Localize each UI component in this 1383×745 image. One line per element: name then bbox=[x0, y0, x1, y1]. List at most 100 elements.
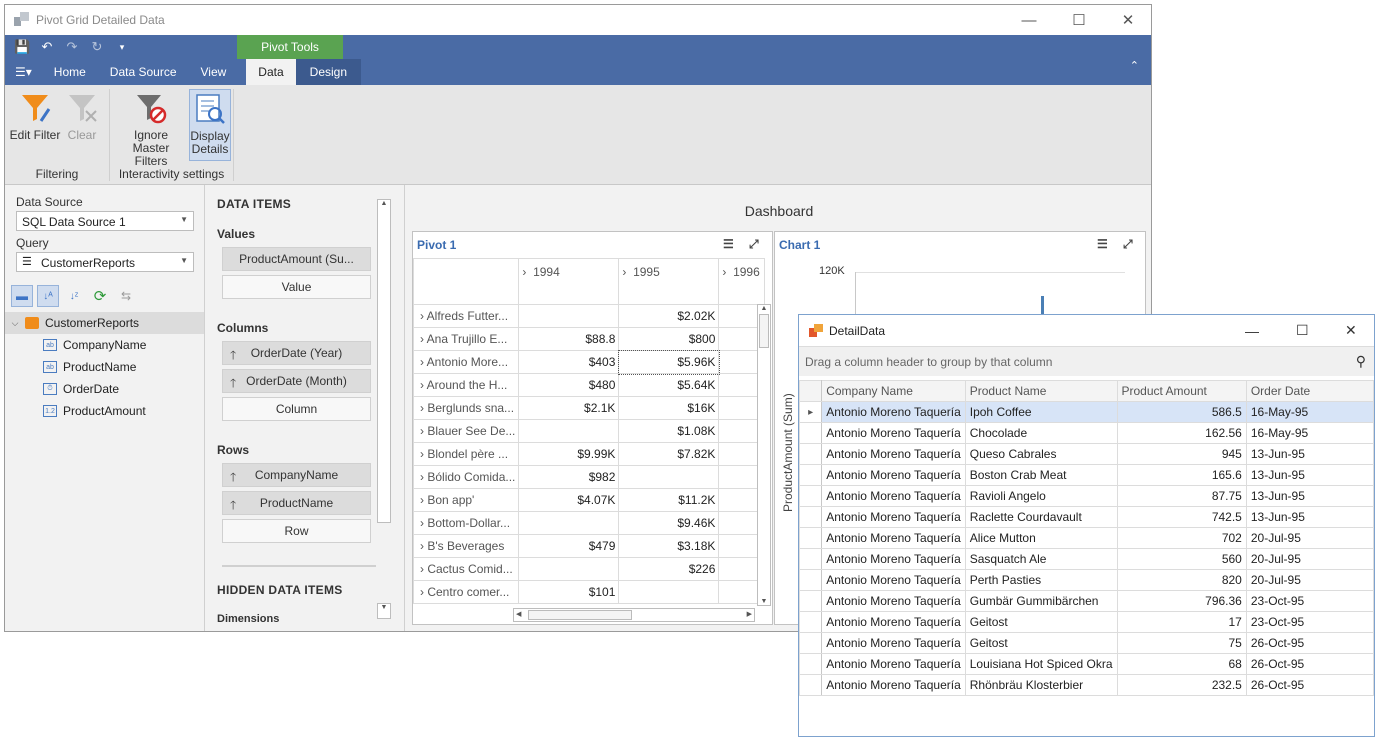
cell-company[interactable]: Antonio Moreno Taquería bbox=[821, 590, 966, 612]
field-item[interactable]: 1.2 ProductAmount bbox=[5, 400, 204, 422]
cell-date[interactable]: 20-Jul-95 bbox=[1245, 548, 1375, 570]
cell-amount[interactable]: 702 bbox=[1116, 527, 1247, 549]
cell-product[interactable]: Sasquatch Ale bbox=[964, 548, 1118, 570]
scroll-right-icon[interactable]: ▶ bbox=[747, 610, 752, 618]
row-header[interactable]: › Berglunds sna... bbox=[413, 396, 520, 420]
cell-company[interactable]: Antonio Moreno Taquería bbox=[821, 632, 966, 654]
swap-icon[interactable]: ⇆ bbox=[115, 285, 137, 307]
pivot-cell[interactable]: $4.07K bbox=[518, 488, 620, 512]
detail-row[interactable]: Antonio Moreno Taquería Ravioli Angelo 87.… bbox=[798, 485, 1375, 507]
pivot-cell[interactable]: $982 bbox=[518, 465, 620, 489]
column-header[interactable]: › 1995 bbox=[618, 258, 720, 305]
pivot-cell[interactable] bbox=[518, 557, 620, 581]
cell-date[interactable]: 23-Oct-95 bbox=[1245, 611, 1375, 633]
row-header[interactable]: › Bólido Comida... bbox=[413, 465, 520, 489]
tab-data-source[interactable]: Data Source bbox=[98, 59, 189, 85]
chevron-right-icon[interactable]: › bbox=[420, 355, 427, 369]
pivot-cell[interactable]: $16K bbox=[618, 396, 720, 420]
group-panel[interactable]: Drag a column header to group by that co… bbox=[799, 346, 1374, 376]
tab-data[interactable]: Data bbox=[246, 59, 296, 85]
filter-search-icon[interactable]: ☰ bbox=[1097, 237, 1113, 253]
cell-amount[interactable]: 945 bbox=[1116, 443, 1247, 465]
cell-product[interactable]: Boston Crab Meat bbox=[964, 464, 1118, 486]
repeat-icon[interactable]: ↻ bbox=[89, 39, 105, 55]
maximize-button[interactable]: ☐ bbox=[1296, 322, 1309, 339]
detail-row[interactable]: Antonio Moreno Taquería Boston Crab Meat 1… bbox=[798, 464, 1375, 486]
pivot-cell[interactable]: $9.46K bbox=[618, 511, 720, 535]
pivot-cell[interactable]: $2.1K bbox=[518, 396, 620, 420]
cell-company[interactable]: Antonio Moreno Taquería bbox=[821, 401, 966, 423]
detail-row[interactable]: Antonio Moreno Taquería Queso Cabrales 945… bbox=[798, 443, 1375, 465]
row-indicator[interactable] bbox=[798, 548, 823, 570]
pivot-vscroll[interactable]: ▲ ▼ bbox=[757, 304, 771, 606]
row-header[interactable]: › Ana Trujillo E... bbox=[413, 327, 520, 351]
cell-date[interactable]: 16-May-95 bbox=[1245, 422, 1375, 444]
cell-amount[interactable]: 820 bbox=[1116, 569, 1247, 591]
cell-product[interactable]: Gumbär Gummibärchen bbox=[964, 590, 1118, 612]
pivot-cell[interactable]: $3.18K bbox=[618, 534, 720, 558]
pivot-hscroll[interactable]: ◀ ▶ bbox=[513, 608, 755, 622]
scroll-thumb[interactable] bbox=[528, 610, 632, 620]
sort-ascending-icon[interactable]: 🡑 bbox=[230, 346, 236, 367]
detail-row[interactable]: Antonio Moreno Taquería Perth Pasties 820 2… bbox=[798, 569, 1375, 591]
detail-row[interactable]: Antonio Moreno Taquería Louisiana Hot Spi… bbox=[798, 653, 1375, 675]
cell-product[interactable]: Louisiana Hot Spiced Okra bbox=[964, 653, 1118, 675]
cell-company[interactable]: Antonio Moreno Taquería bbox=[821, 506, 966, 528]
sort-za-icon[interactable]: ↓ᶻ bbox=[63, 285, 85, 307]
column-header-date[interactable]: Order Date bbox=[1245, 380, 1375, 402]
pivot-cell[interactable]: $403 bbox=[518, 350, 620, 374]
pivot-cell[interactable]: $1.08K bbox=[618, 419, 720, 443]
cell-company[interactable]: Antonio Moreno Taquería bbox=[821, 569, 966, 591]
pivot-cell[interactable]: $11.2K bbox=[618, 488, 720, 512]
detail-row[interactable]: Antonio Moreno Taquería Chocolade 162.56 16… bbox=[798, 422, 1375, 444]
cell-amount[interactable]: 165.6 bbox=[1116, 464, 1247, 486]
value-placeholder[interactable]: Value bbox=[222, 275, 371, 299]
tree-root[interactable]: ⌵ CustomerReports bbox=[5, 312, 204, 334]
chart-bar[interactable] bbox=[1041, 296, 1044, 316]
collapse-ribbon-icon[interactable]: ⌃ bbox=[1118, 59, 1151, 72]
row-indicator[interactable] bbox=[798, 569, 823, 591]
refresh-icon[interactable]: ⟳ bbox=[89, 285, 111, 307]
cell-company[interactable]: Antonio Moreno Taquería bbox=[821, 674, 966, 696]
cell-date[interactable]: 13-Jun-95 bbox=[1245, 443, 1375, 465]
row-indicator[interactable] bbox=[798, 674, 823, 696]
pivot-cell[interactable]: $9.99K bbox=[518, 442, 620, 466]
pivot-cell[interactable]: $2.02K bbox=[618, 304, 720, 328]
cell-company[interactable]: Antonio Moreno Taquería bbox=[821, 485, 966, 507]
pivot-cell[interactable]: $88.8 bbox=[518, 327, 620, 351]
sort-ascending-icon[interactable]: 🡑 bbox=[230, 496, 236, 517]
row-header[interactable]: › Antonio More... bbox=[413, 350, 520, 374]
column-item[interactable]: 🡑 OrderDate (Month) bbox=[222, 369, 371, 393]
pivot-cell[interactable]: $5.96K bbox=[617, 349, 720, 375]
cell-product[interactable]: Queso Cabrales bbox=[964, 443, 1118, 465]
save-icon[interactable]: 💾 bbox=[14, 39, 30, 55]
maximize-icon[interactable]: ⤢ bbox=[749, 237, 765, 253]
detail-row[interactable]: Antonio Moreno Taquería Gumbär Gummibärch… bbox=[798, 590, 1375, 612]
pivot-cell[interactable] bbox=[518, 419, 620, 443]
filter-search-icon[interactable]: ☰ bbox=[723, 237, 739, 253]
cell-amount[interactable]: 232.5 bbox=[1116, 674, 1247, 696]
cell-company[interactable]: Antonio Moreno Taquería bbox=[821, 527, 966, 549]
scroll-left-icon[interactable]: ◀ bbox=[516, 610, 521, 618]
cell-product[interactable]: Raclette Courdavault bbox=[964, 506, 1118, 528]
cell-date[interactable]: 13-Jun-95 bbox=[1245, 506, 1375, 528]
row-header[interactable]: › B's Beverages bbox=[413, 534, 520, 558]
cell-amount[interactable]: 68 bbox=[1116, 653, 1247, 675]
cell-product[interactable]: Ravioli Angelo bbox=[964, 485, 1118, 507]
row-indicator[interactable] bbox=[798, 611, 823, 633]
pivot-cell[interactable]: $5.64K bbox=[618, 373, 720, 397]
detail-row[interactable]: Antonio Moreno Taquería Geitost 17 23-Oct-9… bbox=[798, 611, 1375, 633]
cell-date[interactable]: 13-Jun-95 bbox=[1245, 485, 1375, 507]
tab-home[interactable]: Home bbox=[42, 59, 98, 85]
row-indicator[interactable] bbox=[798, 422, 823, 444]
cell-product[interactable]: Ipoh Coffee bbox=[964, 401, 1118, 423]
cell-date[interactable]: 16-May-95 bbox=[1245, 401, 1375, 423]
pivot-cell[interactable]: $7.82K bbox=[618, 442, 720, 466]
row-indicator[interactable] bbox=[798, 464, 823, 486]
column-header-product[interactable]: Product Name bbox=[964, 380, 1118, 402]
minimize-button[interactable]: — bbox=[1005, 5, 1053, 35]
cell-amount[interactable]: 75 bbox=[1116, 632, 1247, 654]
row-indicator[interactable] bbox=[798, 485, 823, 507]
column-header[interactable]: › 1996 bbox=[718, 258, 766, 305]
cell-company[interactable]: Antonio Moreno Taquería bbox=[821, 422, 966, 444]
